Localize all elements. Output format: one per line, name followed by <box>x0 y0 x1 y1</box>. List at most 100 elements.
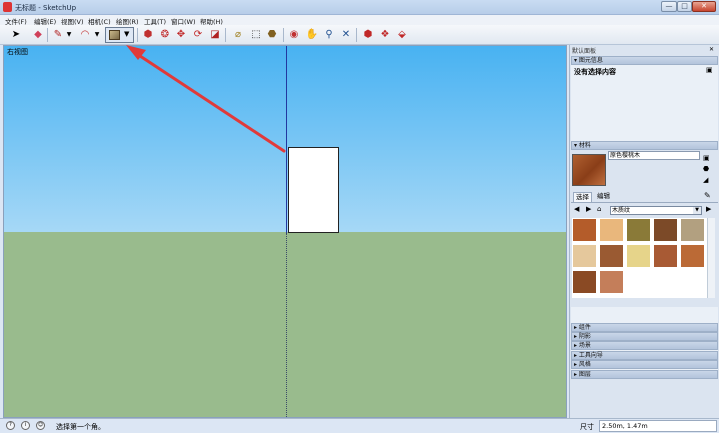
zoom-icon[interactable]: ⚲ <box>322 28 336 42</box>
main-toolbar: ➤ ◆ ✎ ▼ ◠ ▼ ▼ ⬢ ❂ ✥ ⟳ ◪ ⌀ ⬚ ⬣ ◉ ✋ ⚲ ✕ ⬢ … <box>0 25 719 45</box>
material-swatch[interactable] <box>572 218 597 242</box>
entity-info-title: 图元信息 <box>578 57 603 64</box>
materials-tabs: 选择 编辑 <box>571 191 718 203</box>
shadows-title: 阴影 <box>578 333 591 340</box>
material-swatch[interactable] <box>599 270 624 294</box>
material-swatch[interactable] <box>680 244 705 268</box>
material-swatch[interactable] <box>599 218 624 242</box>
home-icon[interactable]: ⌂ <box>597 205 601 213</box>
material-swatch[interactable] <box>626 218 651 242</box>
corner-icon: ◢ <box>703 176 709 184</box>
measurements-box[interactable]: 2.50m, 1.47m <box>599 420 717 432</box>
material-swatch[interactable] <box>572 270 597 294</box>
toolbar-separator <box>283 28 284 42</box>
rotate-icon[interactable]: ⟳ <box>191 28 205 42</box>
material-swatch[interactable] <box>572 244 597 268</box>
rectangle-tool-button[interactable]: ▼ <box>105 27 134 43</box>
arc-icon[interactable]: ◠ <box>78 28 92 42</box>
pencil-icon[interactable]: ✎ <box>51 28 65 42</box>
user-icon[interactable]: ☺ <box>36 421 45 430</box>
pin-icon[interactable]: ✕ <box>709 46 714 53</box>
maximize-button[interactable]: □ <box>677 1 692 12</box>
text-icon[interactable]: ⬚ <box>249 28 263 42</box>
chevron-down-icon[interactable]: ▼ <box>94 28 100 42</box>
styles-header[interactable]: ▸ 风格 <box>571 360 718 369</box>
measurements-label: 尺寸 <box>580 423 594 431</box>
status-text: 选择第一个角。 <box>56 423 105 431</box>
layers-header[interactable]: ▸ 图层 <box>571 370 718 379</box>
drawing-viewport[interactable]: 右视图 <box>3 45 567 418</box>
sketchup-logo-icon <box>3 2 12 12</box>
chevron-down-icon[interactable]: ▼ <box>66 28 72 42</box>
styles-title: 风格 <box>578 361 591 368</box>
geo-location-icon[interactable]: ? <box>6 421 15 430</box>
close-button[interactable]: ✕ <box>692 1 716 12</box>
move-icon[interactable]: ✥ <box>174 28 188 42</box>
material-swatch[interactable] <box>626 244 651 268</box>
rectangle-icon <box>109 30 120 40</box>
pan-icon[interactable]: ✋ <box>305 28 319 42</box>
tab-edit[interactable]: 编辑 <box>595 192 612 202</box>
material-swatch[interactable] <box>653 218 678 242</box>
zoom-extents-icon[interactable]: ✕ <box>339 28 353 42</box>
material-swatch[interactable] <box>599 244 624 268</box>
blue-axis <box>286 46 287 233</box>
entity-info-header[interactable]: ▾ 图元信息 <box>571 56 718 65</box>
toolbar-separator <box>225 28 226 42</box>
lock-icon[interactable]: ▣ <box>706 66 713 74</box>
current-material-swatch <box>572 154 606 186</box>
grid-scrollbar[interactable] <box>707 218 715 298</box>
window-title: 无标题 - SketchUp <box>15 4 77 12</box>
scenes-title: 场景 <box>578 342 591 349</box>
orbit-icon[interactable]: ◉ <box>287 28 301 42</box>
toolbar-separator <box>356 28 357 42</box>
scale-icon[interactable]: ◪ <box>208 28 222 42</box>
toolbar-separator <box>47 28 48 42</box>
material-swatch[interactable] <box>653 244 678 268</box>
tab-select[interactable]: 选择 <box>573 192 592 202</box>
components-title: 组件 <box>578 324 591 331</box>
toolbar-separator <box>137 28 138 42</box>
create-material-icon[interactable]: ▣ <box>703 153 710 164</box>
library-select[interactable]: 木质纹 ▼ <box>610 206 702 215</box>
library-nav: ◀ ▶ ⌂ 木质纹 ▼ ▶ <box>572 205 717 216</box>
materials-title: 材料 <box>578 142 591 149</box>
minimize-button[interactable]: — <box>661 1 677 12</box>
warehouse-icon[interactable]: ⬢ <box>361 28 375 42</box>
default-tray: 默认面板 ✕ ▾ 图元信息 没有选择内容 ▣ ▾ 材料 原色樱桃木 ▣ ⬣ ◢ … <box>569 45 719 418</box>
share-icon[interactable]: ⬙ <box>395 28 409 42</box>
credits-icon[interactable]: i <box>21 421 30 430</box>
view-label: 右视图 <box>7 48 28 56</box>
material-swatch[interactable] <box>680 218 705 242</box>
select-icon[interactable]: ➤ <box>10 28 22 42</box>
drawn-rectangle[interactable] <box>288 147 339 233</box>
material-name-field[interactable]: 原色樱桃木 <box>608 151 700 160</box>
follow-me-icon[interactable]: ❂ <box>158 28 172 42</box>
forward-icon[interactable]: ▶ <box>586 205 591 213</box>
instructor-title: 工具向导 <box>578 352 603 359</box>
tape-measure-icon[interactable]: ⌀ <box>231 28 245 42</box>
chevron-down-icon: ▼ <box>693 207 701 214</box>
title-bar: 无标题 - SketchUp — □ ✕ <box>0 0 719 15</box>
shadows-header[interactable]: ▸ 阴影 <box>571 332 718 341</box>
chevron-down-icon: ▼ <box>124 30 130 38</box>
details-icon[interactable]: ▶ <box>706 205 711 213</box>
push-pull-icon[interactable]: ⬢ <box>141 28 155 42</box>
eraser-icon[interactable]: ◆ <box>31 28 45 42</box>
extension-icon[interactable]: ❖ <box>378 28 392 42</box>
sketchup-window: 无标题 - SketchUp — □ ✕ 文件(F) 编辑(E) 视图(V) 相… <box>0 0 719 433</box>
paint-bucket-icon[interactable]: ⬣ <box>265 28 279 42</box>
status-bar: ? i ☺ 选择第一个角。 尺寸 2.50m, 1.47m <box>0 418 719 433</box>
layers-title: 图层 <box>578 371 591 378</box>
back-icon[interactable]: ◀ <box>574 205 579 213</box>
material-grid <box>572 218 707 298</box>
material-actions: ▣ ⬣ ◢ <box>703 153 710 186</box>
tray-title: 默认面板 <box>572 48 597 55</box>
eyedropper-icon[interactable]: ✎ <box>704 191 711 200</box>
instructor-header[interactable]: ▸ 工具向导 <box>571 351 718 360</box>
menu-bar: 文件(F) 编辑(E) 视图(V) 相机(C) 绘图(R) 工具(T) 窗口(W… <box>0 15 719 26</box>
scenes-header[interactable]: ▸ 场景 <box>571 341 718 350</box>
components-header[interactable]: ▸ 组件 <box>571 323 718 332</box>
materials-header[interactable]: ▾ 材料 <box>571 141 718 150</box>
paint-bucket-icon[interactable]: ⬣ <box>703 164 710 175</box>
